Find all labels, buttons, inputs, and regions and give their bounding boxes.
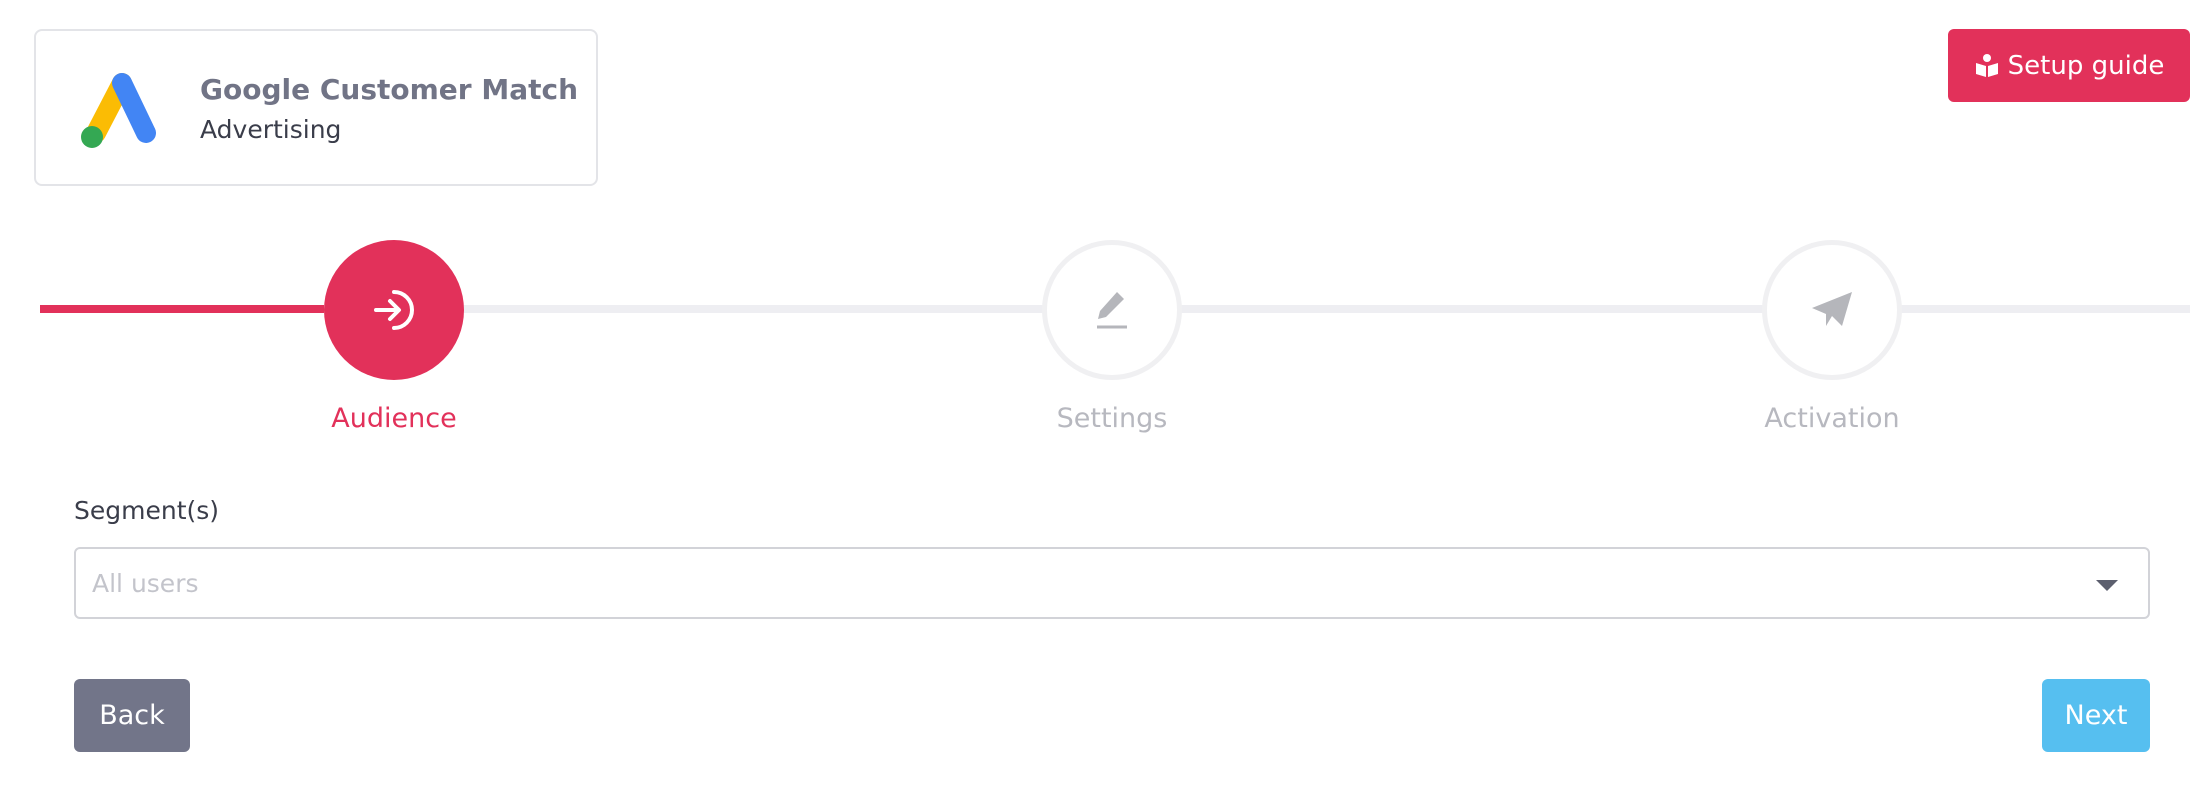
integration-card: Google Customer Match Advertising (34, 29, 598, 186)
paper-plane-icon (1812, 292, 1852, 326)
setup-guide-label: Setup guide (2007, 50, 2165, 81)
setup-guide-button[interactable]: Setup guide (1948, 29, 2190, 102)
book-reader-icon (1975, 53, 1998, 77)
segment-select[interactable]: All users (74, 547, 2150, 619)
integration-name: Google Customer Match (200, 73, 578, 106)
stepper-progress (40, 305, 324, 313)
step-activation[interactable] (1762, 240, 1902, 380)
step-label-settings: Settings (1056, 403, 1168, 434)
step-audience[interactable] (324, 240, 464, 380)
integration-category: Advertising (200, 115, 342, 144)
page: Google Customer Match Advertising Setup … (0, 0, 2206, 790)
pencil-icon (1097, 292, 1127, 329)
segment-placeholder: All users (92, 569, 199, 598)
step-settings[interactable] (1042, 240, 1182, 380)
segment-label: Segment(s) (74, 496, 220, 525)
chevron-down-icon[interactable] (2096, 580, 2118, 591)
next-button[interactable]: Next (2042, 679, 2150, 752)
sign-in-icon (374, 290, 414, 330)
step-label-audience: Audience (331, 403, 457, 434)
google-ads-logo-icon (81, 73, 156, 148)
back-button[interactable]: Back (74, 679, 190, 752)
step-label-activation: Activation (1764, 403, 1900, 434)
